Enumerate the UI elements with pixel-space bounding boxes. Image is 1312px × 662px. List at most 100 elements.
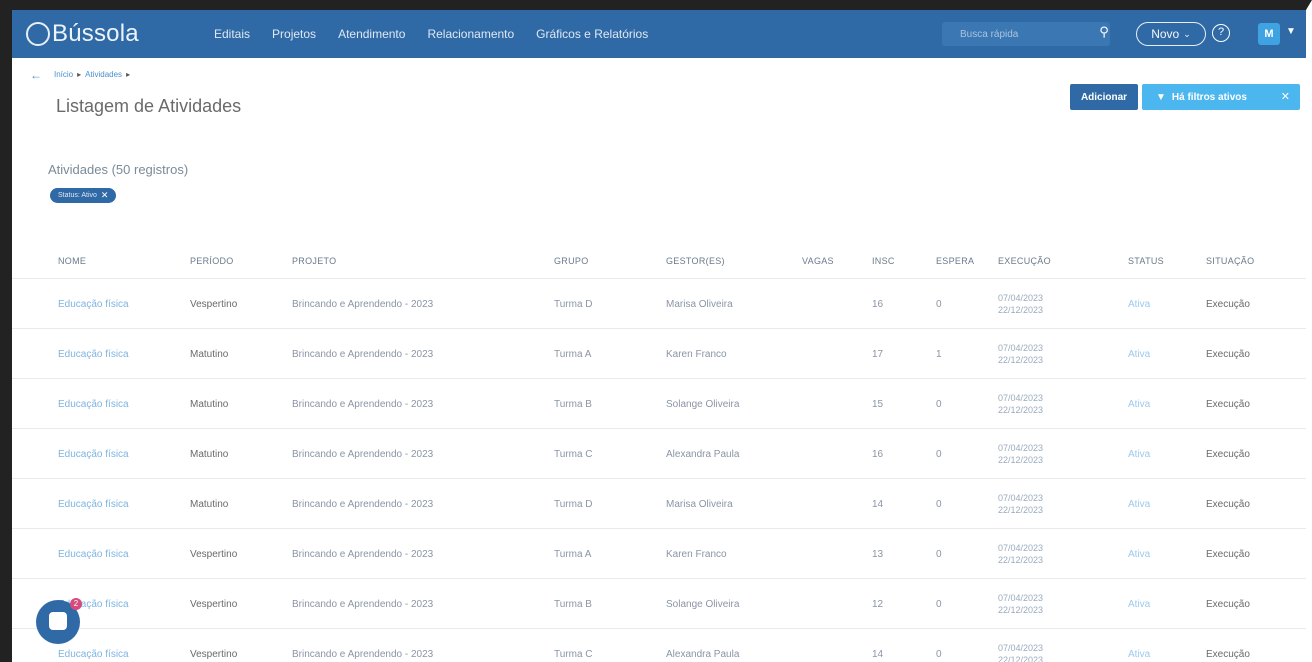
cell-periodo: Vespertino	[190, 648, 238, 660]
brand-name: Bússola	[52, 20, 139, 47]
nav-relacionamento[interactable]: Relacionamento	[427, 27, 514, 41]
cell-espera: 0	[936, 598, 942, 610]
header-execucao[interactable]: EXECUÇÃO	[998, 256, 1051, 266]
back-arrow-icon[interactable]: ←	[30, 68, 42, 82]
cell-nome[interactable]: Educação física	[58, 329, 129, 379]
table-row[interactable]: Educação física Matutino Brincando e Apren…	[12, 428, 1306, 478]
cell-execucao: 07/04/2023 22/12/2023	[998, 379, 1043, 429]
chat-widget-button[interactable]: 2	[36, 598, 82, 644]
cell-grupo: Turma B	[554, 398, 592, 410]
cell-status: Ativa	[1128, 598, 1151, 610]
cell-periodo: Vespertino	[190, 548, 238, 560]
cell-grupo: Turma A	[554, 348, 592, 360]
help-icon[interactable]: ?	[1212, 24, 1230, 42]
page-title: Listagem de Atividades	[56, 96, 242, 116]
header-gestores[interactable]: GESTOR(ES)	[666, 256, 725, 266]
cell-projeto: Brincando e Aprendendo - 2023	[292, 498, 434, 510]
header-vagas[interactable]: VAGAS	[802, 256, 834, 266]
active-filters-button[interactable]: ▼ Há filtros ativos ✕	[1142, 84, 1300, 110]
cell-insc: 14	[872, 648, 884, 660]
header-status[interactable]: STATUS	[1128, 256, 1164, 266]
notification-badge: 2	[70, 598, 82, 610]
cell-situacao: Execução	[1206, 648, 1250, 660]
chevron-down-icon: ⌄	[1183, 28, 1191, 39]
section-title: Atividades (50 registros)	[48, 162, 189, 177]
table-row[interactable]: Educação física Matutino Brincando e Apren…	[12, 378, 1306, 428]
app-window: Bússola Editais Projetos Atendimento Rel…	[0, 0, 1312, 662]
cell-nome[interactable]: Educação física	[58, 529, 129, 579]
header-espera[interactable]: ESPERA	[936, 256, 974, 266]
cell-status: Ativa	[1128, 448, 1151, 460]
cell-espera: 0	[936, 298, 942, 310]
cell-insc: 14	[872, 498, 884, 510]
cell-gestores: Solange Oliveira	[666, 598, 740, 610]
table-row[interactable]: Educação física Vespertino Brincando e Apr…	[12, 528, 1306, 578]
cell-situacao: Execução	[1206, 548, 1250, 560]
cell-situacao: Execução	[1206, 348, 1250, 360]
cell-nome[interactable]: Educação física	[58, 379, 129, 429]
search-icon[interactable]: ⚲	[1094, 24, 1114, 44]
cell-projeto: Brincando e Aprendendo - 2023	[292, 398, 434, 410]
add-button[interactable]: Adicionar	[1070, 84, 1138, 110]
cell-nome[interactable]: Educação física	[58, 429, 129, 479]
cell-execucao: 07/04/2023 22/12/2023	[998, 429, 1043, 479]
nav-editais[interactable]: Editais	[214, 27, 250, 41]
close-icon[interactable]: ✕	[1281, 90, 1290, 103]
cell-projeto: Brincando e Aprendendo - 2023	[292, 648, 434, 660]
table-row[interactable]: Educação física Vespertino Brincando e Apr…	[12, 578, 1306, 628]
nav-atendimento[interactable]: Atendimento	[338, 27, 405, 41]
brand-logo[interactable]: Bússola	[26, 20, 186, 48]
cell-status: Ativa	[1128, 548, 1151, 560]
cell-nome[interactable]: Educação física	[58, 279, 129, 329]
cell-situacao: Execução	[1206, 598, 1250, 610]
cell-nome[interactable]: Educação física	[58, 479, 129, 529]
cell-grupo: Turma C	[554, 448, 593, 460]
cell-periodo: Matutino	[190, 348, 229, 360]
breadcrumb-inicio[interactable]: Início	[54, 70, 73, 79]
table-row[interactable]: Educação física Matutino Brincando e Apren…	[12, 478, 1306, 528]
nav-graficos-relatorios[interactable]: Gráficos e Relatórios	[536, 27, 648, 41]
table-header: NOME PERÍODO PROJETO GRUPO GESTOR(ES) VAGAS IN…	[12, 238, 1306, 278]
table-row[interactable]: Educação física Vespertino Brincando e Apr…	[12, 628, 1306, 662]
cell-grupo: Turma D	[554, 498, 593, 510]
top-navbar: Bússola Editais Projetos Atendimento Rel…	[12, 10, 1306, 58]
cell-espera: 0	[936, 548, 942, 560]
cell-projeto: Brincando e Aprendendo - 2023	[292, 548, 434, 560]
cell-periodo: Matutino	[190, 398, 229, 410]
table-row[interactable]: Educação física Vespertino Brincando e Apr…	[12, 278, 1306, 328]
status-filter-chip[interactable]: Status: Ativo ✕	[50, 188, 117, 203]
close-icon[interactable]: ✕	[101, 190, 109, 201]
activities-table: NOME PERÍODO PROJETO GRUPO GESTOR(ES) VAGAS IN…	[12, 238, 1306, 662]
execution-start-date: 07/04/2023	[998, 343, 1044, 353]
main-nav: Editais Projetos Atendimento Relacioname…	[214, 27, 670, 41]
breadcrumb-atividades[interactable]: Atividades	[85, 70, 122, 79]
filter-icon: ▼	[1156, 91, 1166, 103]
quick-search-box	[942, 22, 1110, 46]
avatar[interactable]: M	[1258, 23, 1280, 45]
compass-icon	[26, 22, 50, 46]
header-periodo[interactable]: PERÍODO	[190, 256, 234, 266]
header-projeto[interactable]: PROJETO	[292, 256, 336, 266]
cell-status: Ativa	[1128, 348, 1151, 360]
cell-espera: 0	[936, 398, 942, 410]
cell-gestores: Solange Oliveira	[666, 398, 740, 410]
header-nome[interactable]: NOME	[58, 256, 86, 266]
novo-dropdown-button[interactable]: Novo ⌄	[1136, 22, 1206, 46]
caret-down-icon[interactable]: ▼	[1286, 26, 1296, 37]
table-row[interactable]: Educação física Matutino Brincando e Apren…	[12, 328, 1306, 378]
header-grupo[interactable]: GRUPO	[554, 256, 589, 266]
execution-end-date: 22/12/2023	[998, 555, 1044, 565]
cell-grupo: Turma B	[554, 598, 592, 610]
execution-start-date: 07/04/2023	[998, 593, 1044, 603]
execution-end-date: 22/12/2023	[998, 305, 1044, 315]
header-situacao[interactable]: SITUAÇÃO	[1206, 256, 1254, 266]
header-insc[interactable]: INSC	[872, 256, 895, 266]
cell-projeto: Brincando e Aprendendo - 2023	[292, 348, 434, 360]
cell-grupo: Turma C	[554, 648, 593, 660]
cell-insc: 16	[872, 448, 884, 460]
cell-grupo: Turma D	[554, 298, 593, 310]
nav-projetos[interactable]: Projetos	[272, 27, 316, 41]
cell-periodo: Vespertino	[190, 598, 238, 610]
quick-search-input[interactable]	[942, 22, 1082, 46]
cell-insc: 13	[872, 548, 884, 560]
